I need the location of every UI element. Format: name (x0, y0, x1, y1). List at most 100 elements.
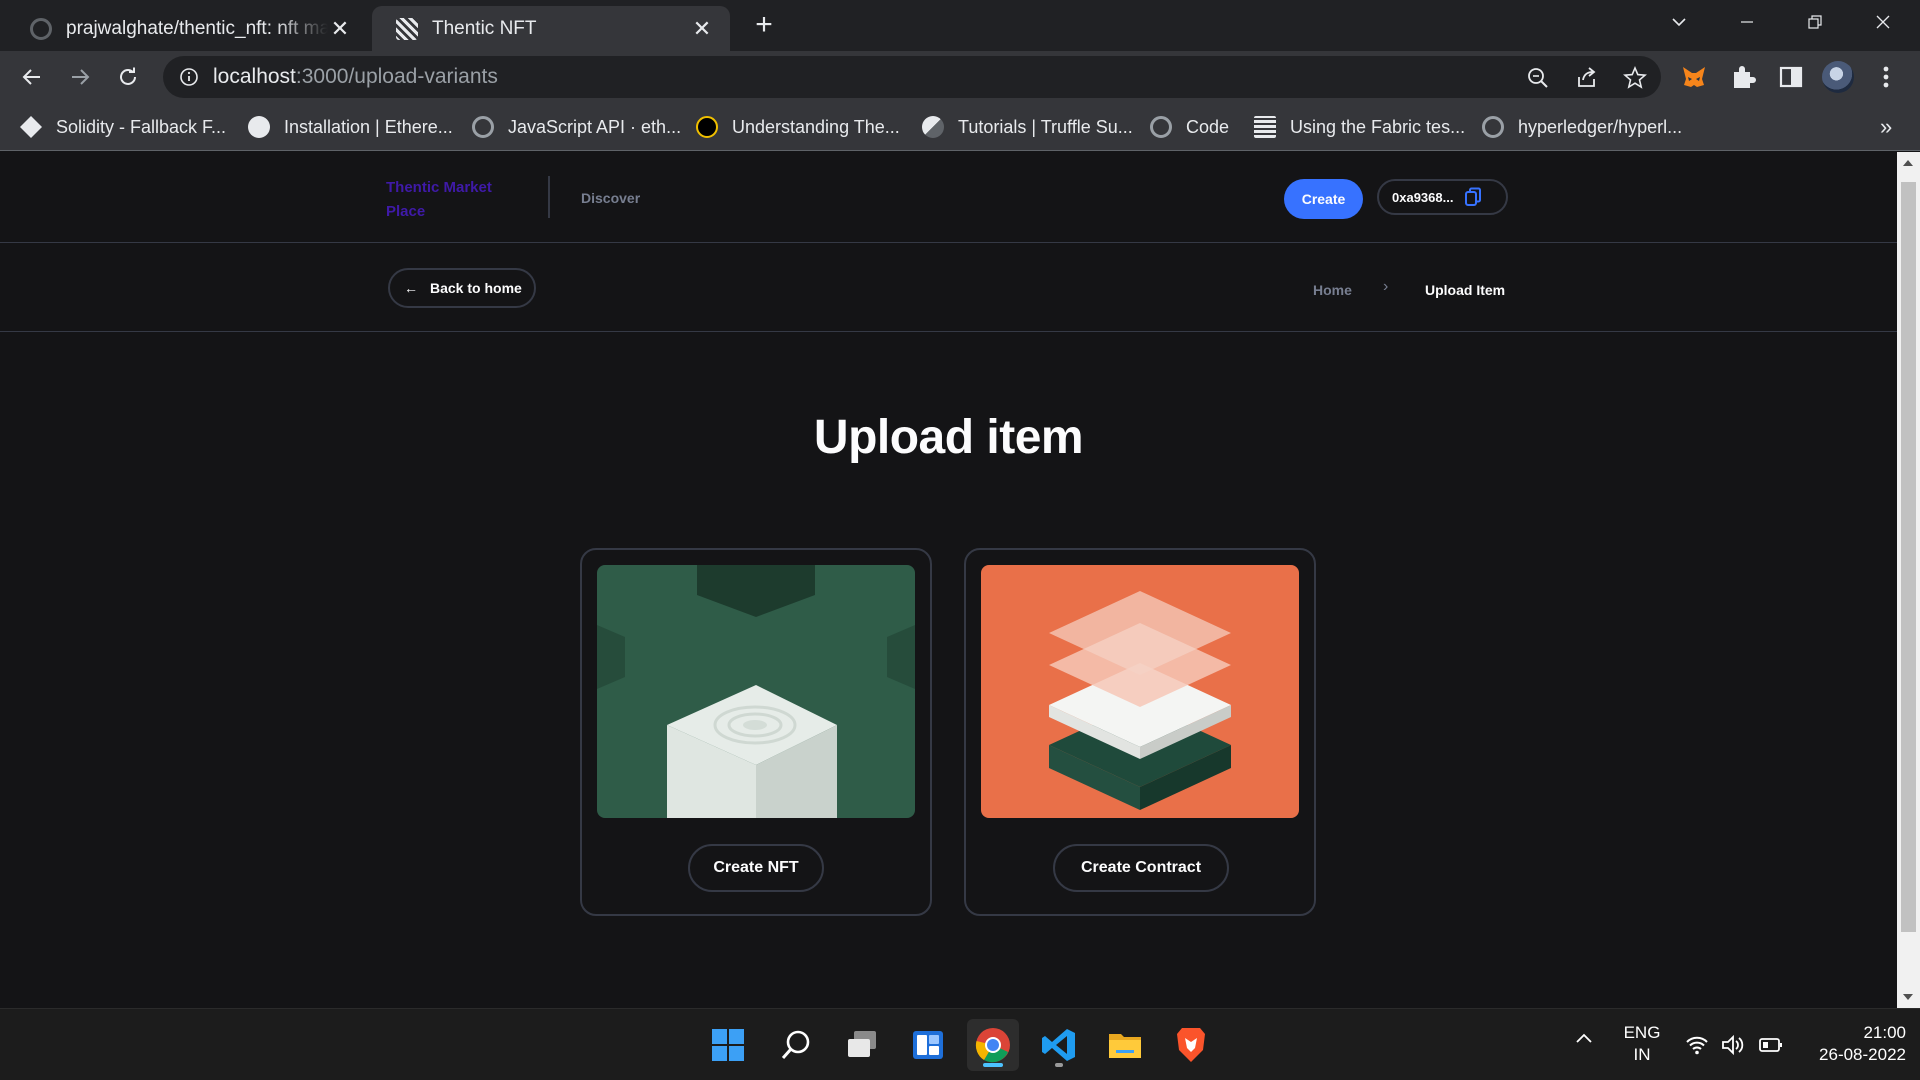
scroll-down-icon[interactable] (1903, 994, 1913, 1000)
chrome-taskbar-app[interactable] (967, 1019, 1019, 1071)
vscode-taskbar-app[interactable] (1033, 1019, 1085, 1071)
windows-start-icon (712, 1029, 744, 1061)
tab-title: Thentic NFT (432, 17, 537, 39)
restore-button[interactable] (1781, 0, 1849, 44)
breadcrumb-home-link[interactable]: Home (1313, 282, 1352, 298)
clock-time: 21:00 (1863, 1023, 1906, 1042)
bookmark-label: Using the Fabric tes... (1290, 116, 1466, 137)
page-scrollbar[interactable] (1897, 152, 1920, 1008)
nft-card-image (597, 565, 915, 818)
scroll-thumb[interactable] (1901, 182, 1916, 932)
bookmarks-bar: Solidity - Fallback F... Installation | … (0, 103, 1920, 151)
chevron-down-icon (1672, 18, 1686, 27)
tab-github[interactable]: prajwalghate/thentic_nft: nft mar ✕ (6, 6, 368, 51)
close-window-button[interactable] (1849, 0, 1917, 44)
bookmark-label: Solidity - Fallback F... (56, 116, 227, 137)
create-nft-button[interactable]: Create NFT (688, 844, 824, 892)
tab-title: prajwalghate/thentic_nft: nft mar (66, 17, 328, 39)
solidity-icon (20, 116, 42, 138)
back-label: Back to home (430, 280, 522, 296)
thentic-favicon-icon (396, 17, 418, 40)
github-icon (1150, 116, 1172, 138)
clock[interactable]: 21:00 26-08-2022 (1796, 1023, 1906, 1065)
region-code: IN (1633, 1045, 1651, 1064)
globe-icon (248, 116, 270, 138)
contract-card-image (981, 565, 1299, 818)
file-explorer-icon (1109, 1034, 1141, 1058)
site-logo[interactable]: Thentic Market Place (386, 176, 516, 224)
search-icon (781, 1030, 810, 1059)
taskbar-search-button[interactable] (770, 1019, 822, 1071)
arrow-left-icon (22, 69, 40, 85)
close-icon (1876, 15, 1890, 29)
url-text[interactable]: localhost:3000/upload-variants (213, 65, 498, 89)
widgets-icon (913, 1031, 943, 1059)
bookmarks-overflow-button[interactable]: » (1880, 113, 1892, 141)
back-nav-button[interactable] (14, 59, 50, 95)
browser-tab-strip: prajwalghate/thentic_nft: nft mar ✕ Then… (0, 0, 1920, 51)
page-title: Upload item (813, 411, 1084, 464)
running-app-indicator (1055, 1063, 1063, 1067)
side-panel-icon[interactable] (1777, 63, 1805, 91)
nav-discover-link[interactable]: Discover (581, 190, 640, 206)
new-tab-button[interactable]: + (748, 10, 780, 42)
bookmark-item[interactable]: hyperledger/hyperl... (1482, 113, 1682, 141)
widgets-button[interactable] (902, 1019, 954, 1071)
brave-taskbar-app[interactable] (1165, 1019, 1217, 1071)
metamask-extension-icon[interactable] (1680, 63, 1708, 91)
bookmark-item[interactable]: Using the Fabric tes... (1254, 113, 1465, 141)
language-indicator[interactable]: ENG IN (1616, 1023, 1668, 1065)
scroll-up-icon[interactable] (1903, 160, 1913, 166)
github-icon (30, 17, 52, 40)
address-bar[interactable]: localhost:3000/upload-variants (163, 56, 1661, 98)
create-button[interactable]: Create (1284, 179, 1363, 219)
bookmark-item[interactable]: JavaScript API · eth... (472, 113, 681, 141)
extensions-puzzle-icon[interactable] (1729, 63, 1757, 91)
create-contract-card[interactable]: Create Contract (964, 548, 1316, 916)
create-nft-card[interactable]: Create NFT (580, 548, 932, 916)
tab-thentic-nft[interactable]: Thentic NFT ✕ (372, 6, 730, 51)
bookmark-star-icon[interactable] (1622, 65, 1648, 91)
breadcrumb-current: Upload Item (1425, 282, 1506, 298)
active-app-indicator (983, 1063, 1003, 1067)
doc-icon (1254, 116, 1276, 138)
info-icon[interactable] (179, 67, 199, 87)
wallet-address-button[interactable]: 0xa9368... (1377, 179, 1508, 215)
kebab-menu-icon[interactable] (1872, 63, 1900, 91)
header-divider (548, 176, 550, 218)
back-to-home-button[interactable]: ← Back to home (388, 268, 536, 308)
close-tab-icon[interactable]: ✕ (690, 16, 714, 41)
tray-overflow-chevron[interactable] (1572, 1029, 1596, 1054)
chevron-right-icon: › (1383, 278, 1389, 295)
volume-icon[interactable] (1720, 1033, 1746, 1057)
wifi-icon[interactable] (1685, 1033, 1709, 1057)
bookmark-item[interactable]: Solidity - Fallback F... (20, 113, 226, 141)
bookmark-item[interactable]: Tutorials | Truffle Su... (922, 113, 1133, 141)
arrow-left-icon: ← (404, 280, 418, 296)
close-tab-icon[interactable]: ✕ (328, 16, 352, 41)
bookmark-item[interactable]: Understanding The... (696, 113, 900, 141)
create-contract-button[interactable]: Create Contract (1053, 844, 1229, 892)
tab-search-button[interactable] (1645, 0, 1713, 44)
start-button[interactable] (702, 1019, 754, 1071)
restore-icon (1808, 15, 1822, 29)
task-view-button[interactable] (836, 1019, 888, 1071)
copy-icon[interactable] (1463, 187, 1483, 207)
battery-icon[interactable] (1758, 1035, 1784, 1055)
zoom-icon[interactable] (1525, 65, 1551, 91)
file-explorer-taskbar-app[interactable] (1099, 1019, 1151, 1071)
share-icon[interactable] (1574, 65, 1600, 91)
bookmark-item[interactable]: Installation | Ethere... (248, 113, 453, 141)
minimize-button[interactable] (1713, 0, 1781, 44)
vscode-icon (1042, 1029, 1075, 1061)
site-icon (696, 116, 718, 138)
github-icon (472, 116, 494, 138)
arrow-right-icon (72, 69, 90, 85)
bookmark-label: Code (1186, 116, 1230, 137)
forward-nav-button[interactable] (62, 59, 98, 95)
task-view-icon (848, 1031, 876, 1057)
reload-button[interactable] (110, 59, 146, 95)
chevron-up-icon (1576, 1033, 1592, 1043)
bookmark-item[interactable]: Code (1150, 113, 1229, 141)
profile-avatar[interactable] (1822, 61, 1854, 93)
